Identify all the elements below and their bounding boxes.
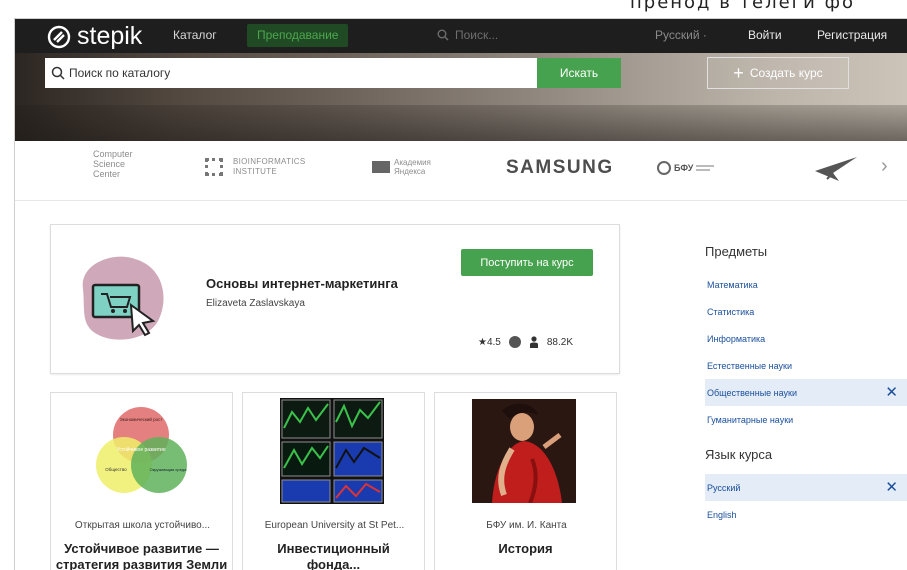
learners-icon	[529, 336, 538, 348]
plus-icon: +	[733, 63, 744, 83]
enroll-button[interactable]: Поступить на курс	[461, 249, 593, 276]
featured-course-card[interactable]: Основы интернет-маркетинга Elizaveta Zas…	[50, 224, 620, 374]
stepik-logo-icon	[47, 25, 71, 48]
language-selector[interactable]: Русский ·	[655, 28, 707, 42]
subject-label: Естественные науки	[707, 360, 792, 371]
top-navbar: stepik Каталог Преподавание Поиск... Рус…	[15, 19, 907, 53]
subject-label: Статистика	[707, 306, 755, 317]
venn-label-economy: Экономический рост	[119, 416, 162, 422]
course-title[interactable]: Устойчивое развитие — стратегия развития…	[51, 541, 232, 570]
course-org: European University at St Pet...	[264, 520, 405, 531]
logo-text: stepik	[77, 22, 143, 50]
search-button[interactable]: Искать	[537, 58, 621, 88]
partner-csc-text: Computer Science Center	[93, 149, 133, 179]
partner-bioinformatics-logo[interactable]: BIOINFORMATICS INSTITUTE	[205, 157, 306, 177]
course-org: БФУ им. И. Канта	[486, 520, 567, 531]
top-caption: пренод в телеги фо	[630, 0, 855, 13]
bio-text: BIOINFORMATICS INSTITUTE	[233, 157, 306, 177]
close-icon[interactable]: ✕	[885, 478, 898, 496]
language-filter-english[interactable]: English	[705, 501, 907, 528]
subject-label: Общественные науки	[707, 387, 798, 398]
venn-label-sustainable: Устойчивое развитие	[116, 446, 165, 453]
filters-sidebar: Предметы Математика Статистика Информати…	[705, 244, 907, 528]
nav-teach[interactable]: Преподавание	[247, 24, 349, 47]
language-label: English	[707, 509, 737, 520]
course-title-line2: стратегия развития Земли	[55, 557, 228, 570]
course-title[interactable]: История	[435, 541, 616, 557]
register-link[interactable]: Регистрация	[817, 28, 887, 42]
create-course-button[interactable]: + Создать курс	[707, 57, 849, 89]
course-card[interactable]: БФУ им. И. Канта История	[434, 392, 617, 570]
course-org: Открытая школа устойчиво...	[74, 520, 211, 531]
subject-label: Математика	[707, 279, 758, 290]
rating: ★4.5	[478, 336, 501, 348]
subject-filter-statistics[interactable]: Статистика	[705, 298, 907, 325]
partner-yandex-logo[interactable]: Академия Яндекса	[372, 158, 431, 176]
bio-line1: BIOINFORMATICS	[233, 157, 306, 166]
partner-samsung-logo[interactable]: SAMSUNG	[506, 157, 614, 179]
ya-line1: Академия	[394, 158, 431, 167]
bfu-lines-icon	[696, 165, 715, 171]
history-painting-image	[472, 399, 576, 503]
partner-plane-logo[interactable]	[813, 153, 859, 188]
venn-diagram-image: Экономический рост Устойчивое развитие О…	[96, 407, 187, 493]
subject-label: Информатика	[707, 333, 766, 344]
search-icon	[437, 29, 449, 41]
course-title-line1: Устойчивое развитие —	[64, 541, 219, 556]
course-title-line1: История	[498, 541, 553, 556]
partner-csc-logo[interactable]: Computer Science Center	[93, 149, 153, 179]
featured-course-title[interactable]: Основы интернет-маркетинга	[206, 276, 398, 291]
course-title[interactable]: Инвестиционный фонда...	[243, 541, 424, 570]
marketing-cart-icon	[82, 256, 164, 340]
yandex-block-icon	[372, 161, 390, 173]
ya-line2: Яндекса	[394, 167, 426, 176]
course-title-line2: фонда...	[306, 557, 361, 570]
partners-next-arrow-icon[interactable]: ›	[881, 155, 888, 178]
learners-count: 88.2K	[546, 336, 574, 348]
featured-course-stats: ★4.5 88.2K	[478, 336, 573, 348]
nav-search-label: Поиск...	[455, 28, 499, 42]
subject-filter-natural[interactable]: Естественные науки	[705, 352, 907, 379]
course-title-line1: Инвестиционный	[277, 541, 390, 556]
hero-banner: Поиск по каталогу Искать + Создать курс	[15, 53, 907, 141]
subject-filter-social[interactable]: Общественные науки ✕	[705, 379, 907, 406]
course-card[interactable]: European University at St Pet... Инвести…	[242, 392, 425, 570]
venn-label-society: Общество	[105, 467, 127, 472]
nav-search[interactable]: Поиск...	[437, 28, 498, 42]
language-heading: Язык курса	[705, 447, 773, 462]
subject-filter-cs[interactable]: Информатика	[705, 325, 907, 352]
bio-square-icon	[205, 158, 223, 176]
stepik-logo[interactable]: stepik	[47, 22, 142, 51]
language-filter-russian[interactable]: Русский ✕	[705, 474, 907, 501]
bfu-text: БФУ	[674, 163, 694, 173]
subject-label: Гуманитарные науки	[707, 414, 794, 425]
nav-catalog[interactable]: Каталог	[173, 28, 217, 42]
login-link[interactable]: Войти	[748, 28, 782, 42]
create-course-label: Создать курс	[749, 66, 823, 80]
catalog-search-input[interactable]: Поиск по каталогу	[45, 58, 537, 88]
close-icon[interactable]: ✕	[885, 383, 898, 401]
subjects-heading: Предметы	[705, 244, 768, 259]
hero-shade	[15, 105, 907, 141]
subject-filter-humanities[interactable]: Гуманитарные науки	[705, 406, 907, 433]
bio-line2: INSTITUTE	[233, 167, 278, 176]
investment-charts-image	[280, 398, 384, 504]
course-card[interactable]: Экономический рост Устойчивое развитие О…	[50, 392, 233, 570]
subject-filter-math[interactable]: Математика	[705, 271, 907, 298]
paper-plane-icon	[815, 157, 857, 181]
search-placeholder: Поиск по каталогу	[69, 66, 171, 80]
bfu-circle-icon	[657, 161, 671, 175]
venn-label-environment: Окружающая среда	[150, 467, 187, 472]
certificate-icon	[508, 336, 521, 348]
browser-frame: stepik Каталог Преподавание Поиск... Рус…	[14, 18, 907, 570]
search-icon	[51, 66, 65, 80]
featured-course-author[interactable]: Elizaveta Zaslavskaya	[206, 298, 305, 309]
ya-text: Академия Яндекса	[394, 158, 431, 176]
partner-bfu-logo[interactable]: БФУ	[657, 161, 715, 175]
partners-strip: Computer Science Center BIOINFORMATICS IN…	[15, 141, 907, 201]
language-label: Русский	[707, 482, 741, 493]
